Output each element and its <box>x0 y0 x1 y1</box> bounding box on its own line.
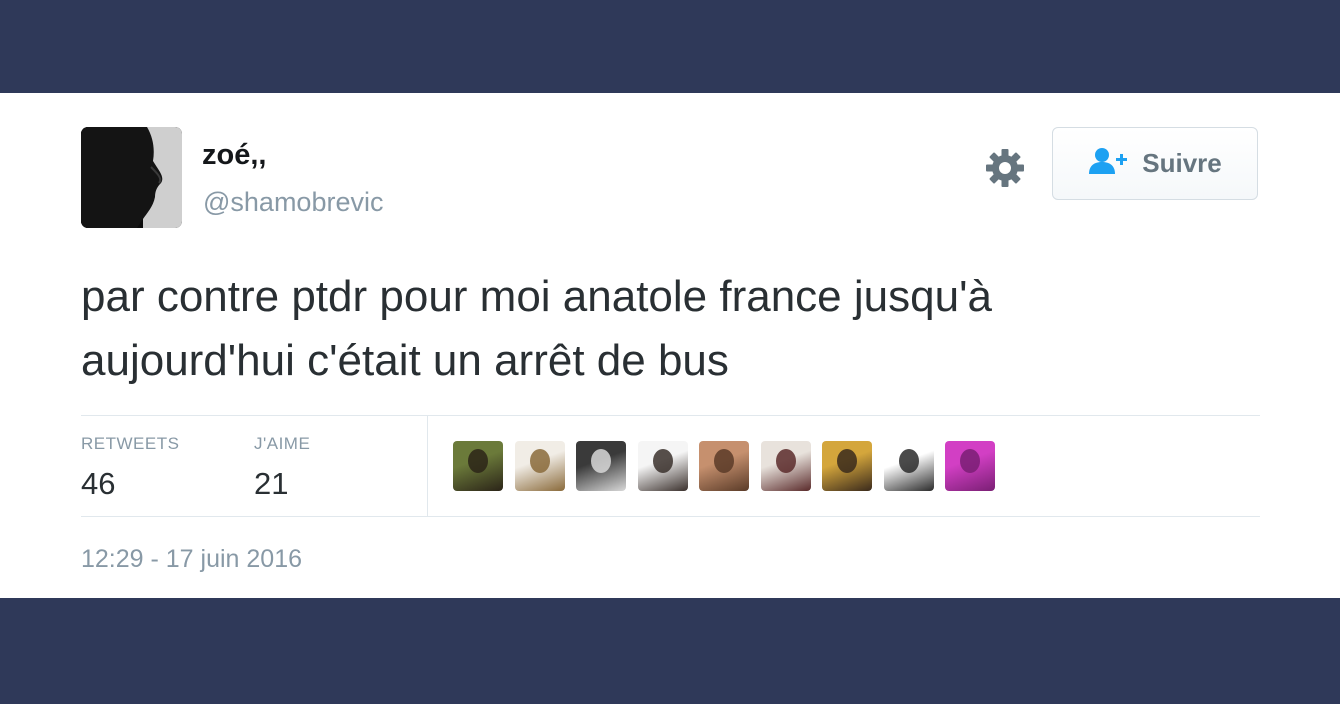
follow-button-label: Suivre <box>1142 148 1222 178</box>
liker-avatar-9[interactable] <box>945 441 995 491</box>
liker-avatar-9-face <box>960 449 980 473</box>
likes-stat[interactable]: J'AIME 21 <box>254 434 310 502</box>
retweets-stat[interactable]: RETWEETS 46 <box>81 434 179 502</box>
liker-avatar-1[interactable] <box>453 441 503 491</box>
liker-avatar-4-face <box>652 449 673 473</box>
liker-avatar-6-face <box>775 449 796 473</box>
author-name[interactable]: zoé,, <box>202 139 266 172</box>
liker-avatar-7-face <box>837 449 857 473</box>
author-avatar[interactable] <box>81 127 182 228</box>
stats-divider <box>427 416 428 516</box>
author-handle[interactable]: @shamobrevic <box>203 187 383 218</box>
liker-avatar-6[interactable] <box>760 441 811 491</box>
liker-avatar-8-face <box>898 449 919 473</box>
liker-avatar-5-face <box>714 449 734 473</box>
tweet-timestamp[interactable]: 12:29 - 17 juin 2016 <box>81 545 302 574</box>
liker-avatar-1-face <box>468 449 488 473</box>
liker-avatar-8[interactable] <box>883 441 934 491</box>
retweets-count: 46 <box>81 466 116 501</box>
likes-label: J'AIME <box>254 434 311 453</box>
retweets-label: RETWEETS <box>81 434 180 453</box>
tweet-text: par contre ptdr pour moi anatole france … <box>81 265 1281 393</box>
tweet-text-line-1: par contre ptdr pour moi anatole france … <box>81 272 992 321</box>
follow-button[interactable]: Suivre <box>1052 127 1258 200</box>
liker-avatar-4[interactable] <box>637 441 688 491</box>
follow-user-icon <box>1088 147 1128 180</box>
liker-avatar-2-face <box>529 449 550 473</box>
liker-avatar-2[interactable] <box>514 441 565 491</box>
tweet-card: zoé,, @shamobrevic Suivre par contre ptd… <box>0 93 1340 598</box>
liker-avatar-3[interactable] <box>576 441 626 491</box>
liker-avatar-3-face <box>591 449 611 473</box>
liker-avatar-5[interactable] <box>699 441 749 491</box>
likes-count: 21 <box>254 466 289 501</box>
liker-avatar-7[interactable] <box>822 441 872 491</box>
tweet-text-line-2: aujourd'hui c'était un arrêt de bus <box>81 336 729 385</box>
gear-icon[interactable] <box>984 147 1026 189</box>
tweet-stats: RETWEETS 46 J'AIME 21 <box>81 415 1260 517</box>
